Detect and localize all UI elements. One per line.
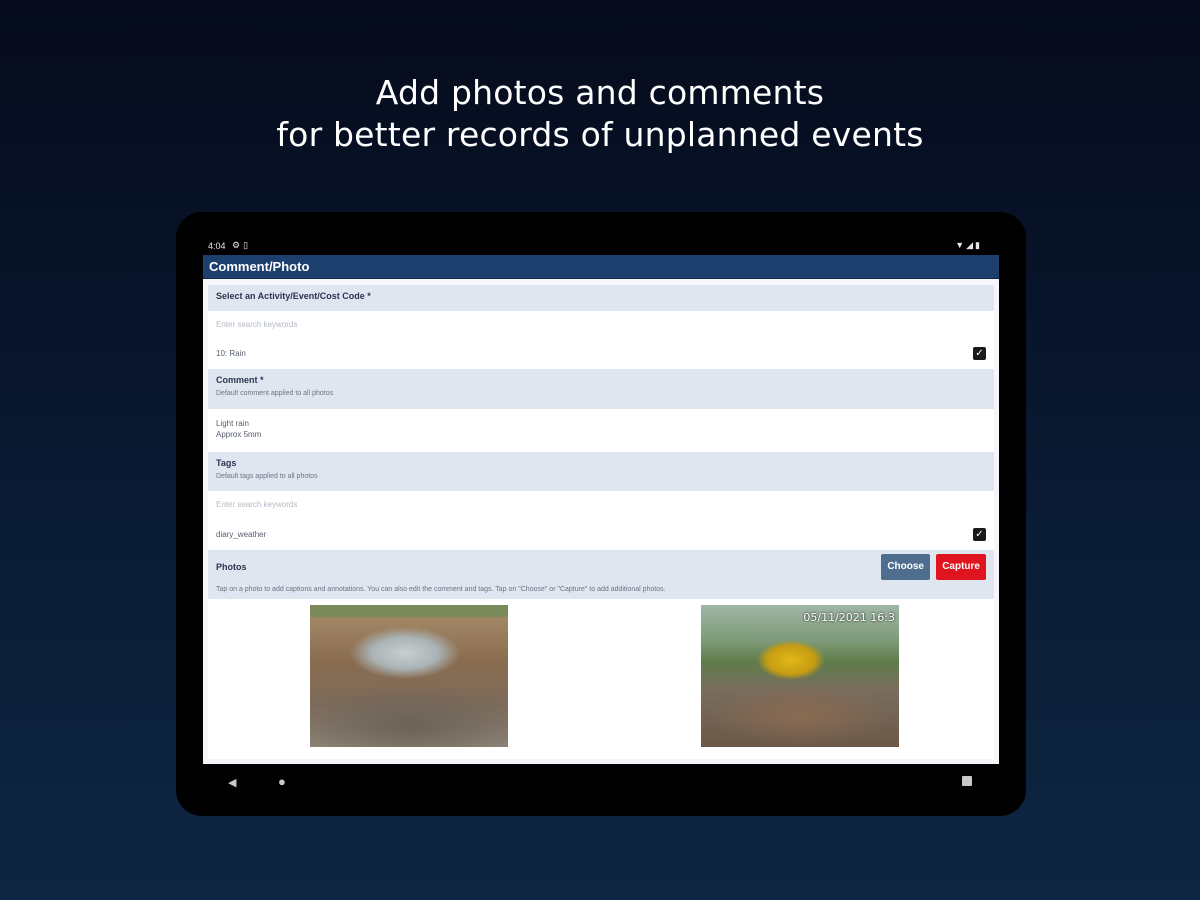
- comment-line-1: Light rain: [216, 419, 249, 428]
- capture-button[interactable]: Capture: [936, 554, 986, 580]
- settings-icon: ⚙: [232, 240, 244, 250]
- photo-thumbnail[interactable]: [310, 605, 508, 747]
- headline-line-1: Add photos and comments: [375, 73, 825, 112]
- activity-selected-label: 10: Rain: [216, 349, 246, 358]
- tags-selected-item[interactable]: diary_weather ✓: [208, 519, 994, 550]
- status-left-icons: ⚙▯: [232, 240, 251, 251]
- wifi-icon: ▼: [955, 240, 967, 250]
- comment-line-2: Approx 5mm: [216, 430, 262, 439]
- photo-gallery: 05/11/2021 16:3: [208, 599, 994, 759]
- choose-button[interactable]: Choose: [881, 554, 930, 580]
- tags-search-placeholder: Enter search keywords: [216, 500, 298, 509]
- headline: Add photos and comments for better recor…: [0, 72, 1200, 156]
- activity-selected-item[interactable]: 10: Rain ✓: [208, 339, 994, 369]
- tags-section-header: Tags Default tags applied to all photos: [208, 452, 994, 491]
- status-time: 4:04: [208, 241, 226, 251]
- tags-search-input[interactable]: Enter search keywords: [208, 491, 994, 519]
- headline-line-2: for better records of unplanned events: [276, 115, 924, 154]
- tags-checkbox[interactable]: ✓: [973, 528, 986, 541]
- status-right-icons: ▼◢▮: [955, 240, 982, 251]
- photos-section-header: Photos Tap on a photo to add captions an…: [208, 550, 994, 599]
- tags-label: Tags: [216, 458, 237, 468]
- activity-search-placeholder: Enter search keywords: [216, 320, 298, 329]
- comment-label: Comment *: [216, 375, 264, 385]
- comment-section-header: Comment * Default comment applied to all…: [208, 369, 994, 409]
- photos-label: Photos: [216, 562, 247, 572]
- tags-sublabel: Default tags applied to all photos: [216, 473, 318, 480]
- app-screen: Comment/Photo Select an Activity/Event/C…: [203, 255, 999, 764]
- tablet-frame: 4:04 ⚙▯ ▼◢▮ Comment/Photo Select an Acti…: [176, 212, 1026, 816]
- photo-timestamp: 05/11/2021 16:3: [803, 611, 895, 624]
- photo-thumbnail[interactable]: 05/11/2021 16:3: [701, 605, 899, 747]
- battery-icon: ▮: [975, 240, 982, 250]
- signal-icon: ◢: [966, 240, 976, 250]
- activity-label: Select an Activity/Event/Cost Code *: [216, 291, 371, 301]
- app-bar-title: Comment/Photo: [203, 255, 999, 279]
- system-nav-bar: ◀ ●: [176, 772, 1026, 792]
- status-bar: 4:04 ⚙▯ ▼◢▮: [176, 238, 1026, 254]
- form-content: Select an Activity/Event/Cost Code * Ent…: [203, 279, 999, 764]
- comment-field[interactable]: Light rain Approx 5mm: [208, 409, 994, 452]
- battery-saver-icon: ▯: [243, 240, 252, 250]
- activity-checkbox[interactable]: ✓: [973, 347, 986, 360]
- home-circle-icon[interactable]: ●: [278, 774, 286, 789]
- activity-search-input[interactable]: Enter search keywords: [208, 311, 994, 339]
- recents-square-icon[interactable]: [962, 776, 972, 786]
- comment-sublabel: Default comment applied to all photos: [216, 390, 334, 397]
- photos-hint: Tap on a photo to add captions and annot…: [216, 586, 666, 593]
- back-triangle-icon[interactable]: ◀: [228, 776, 236, 789]
- tags-selected-label: diary_weather: [216, 530, 267, 539]
- activity-section-header: Select an Activity/Event/Cost Code *: [208, 285, 994, 311]
